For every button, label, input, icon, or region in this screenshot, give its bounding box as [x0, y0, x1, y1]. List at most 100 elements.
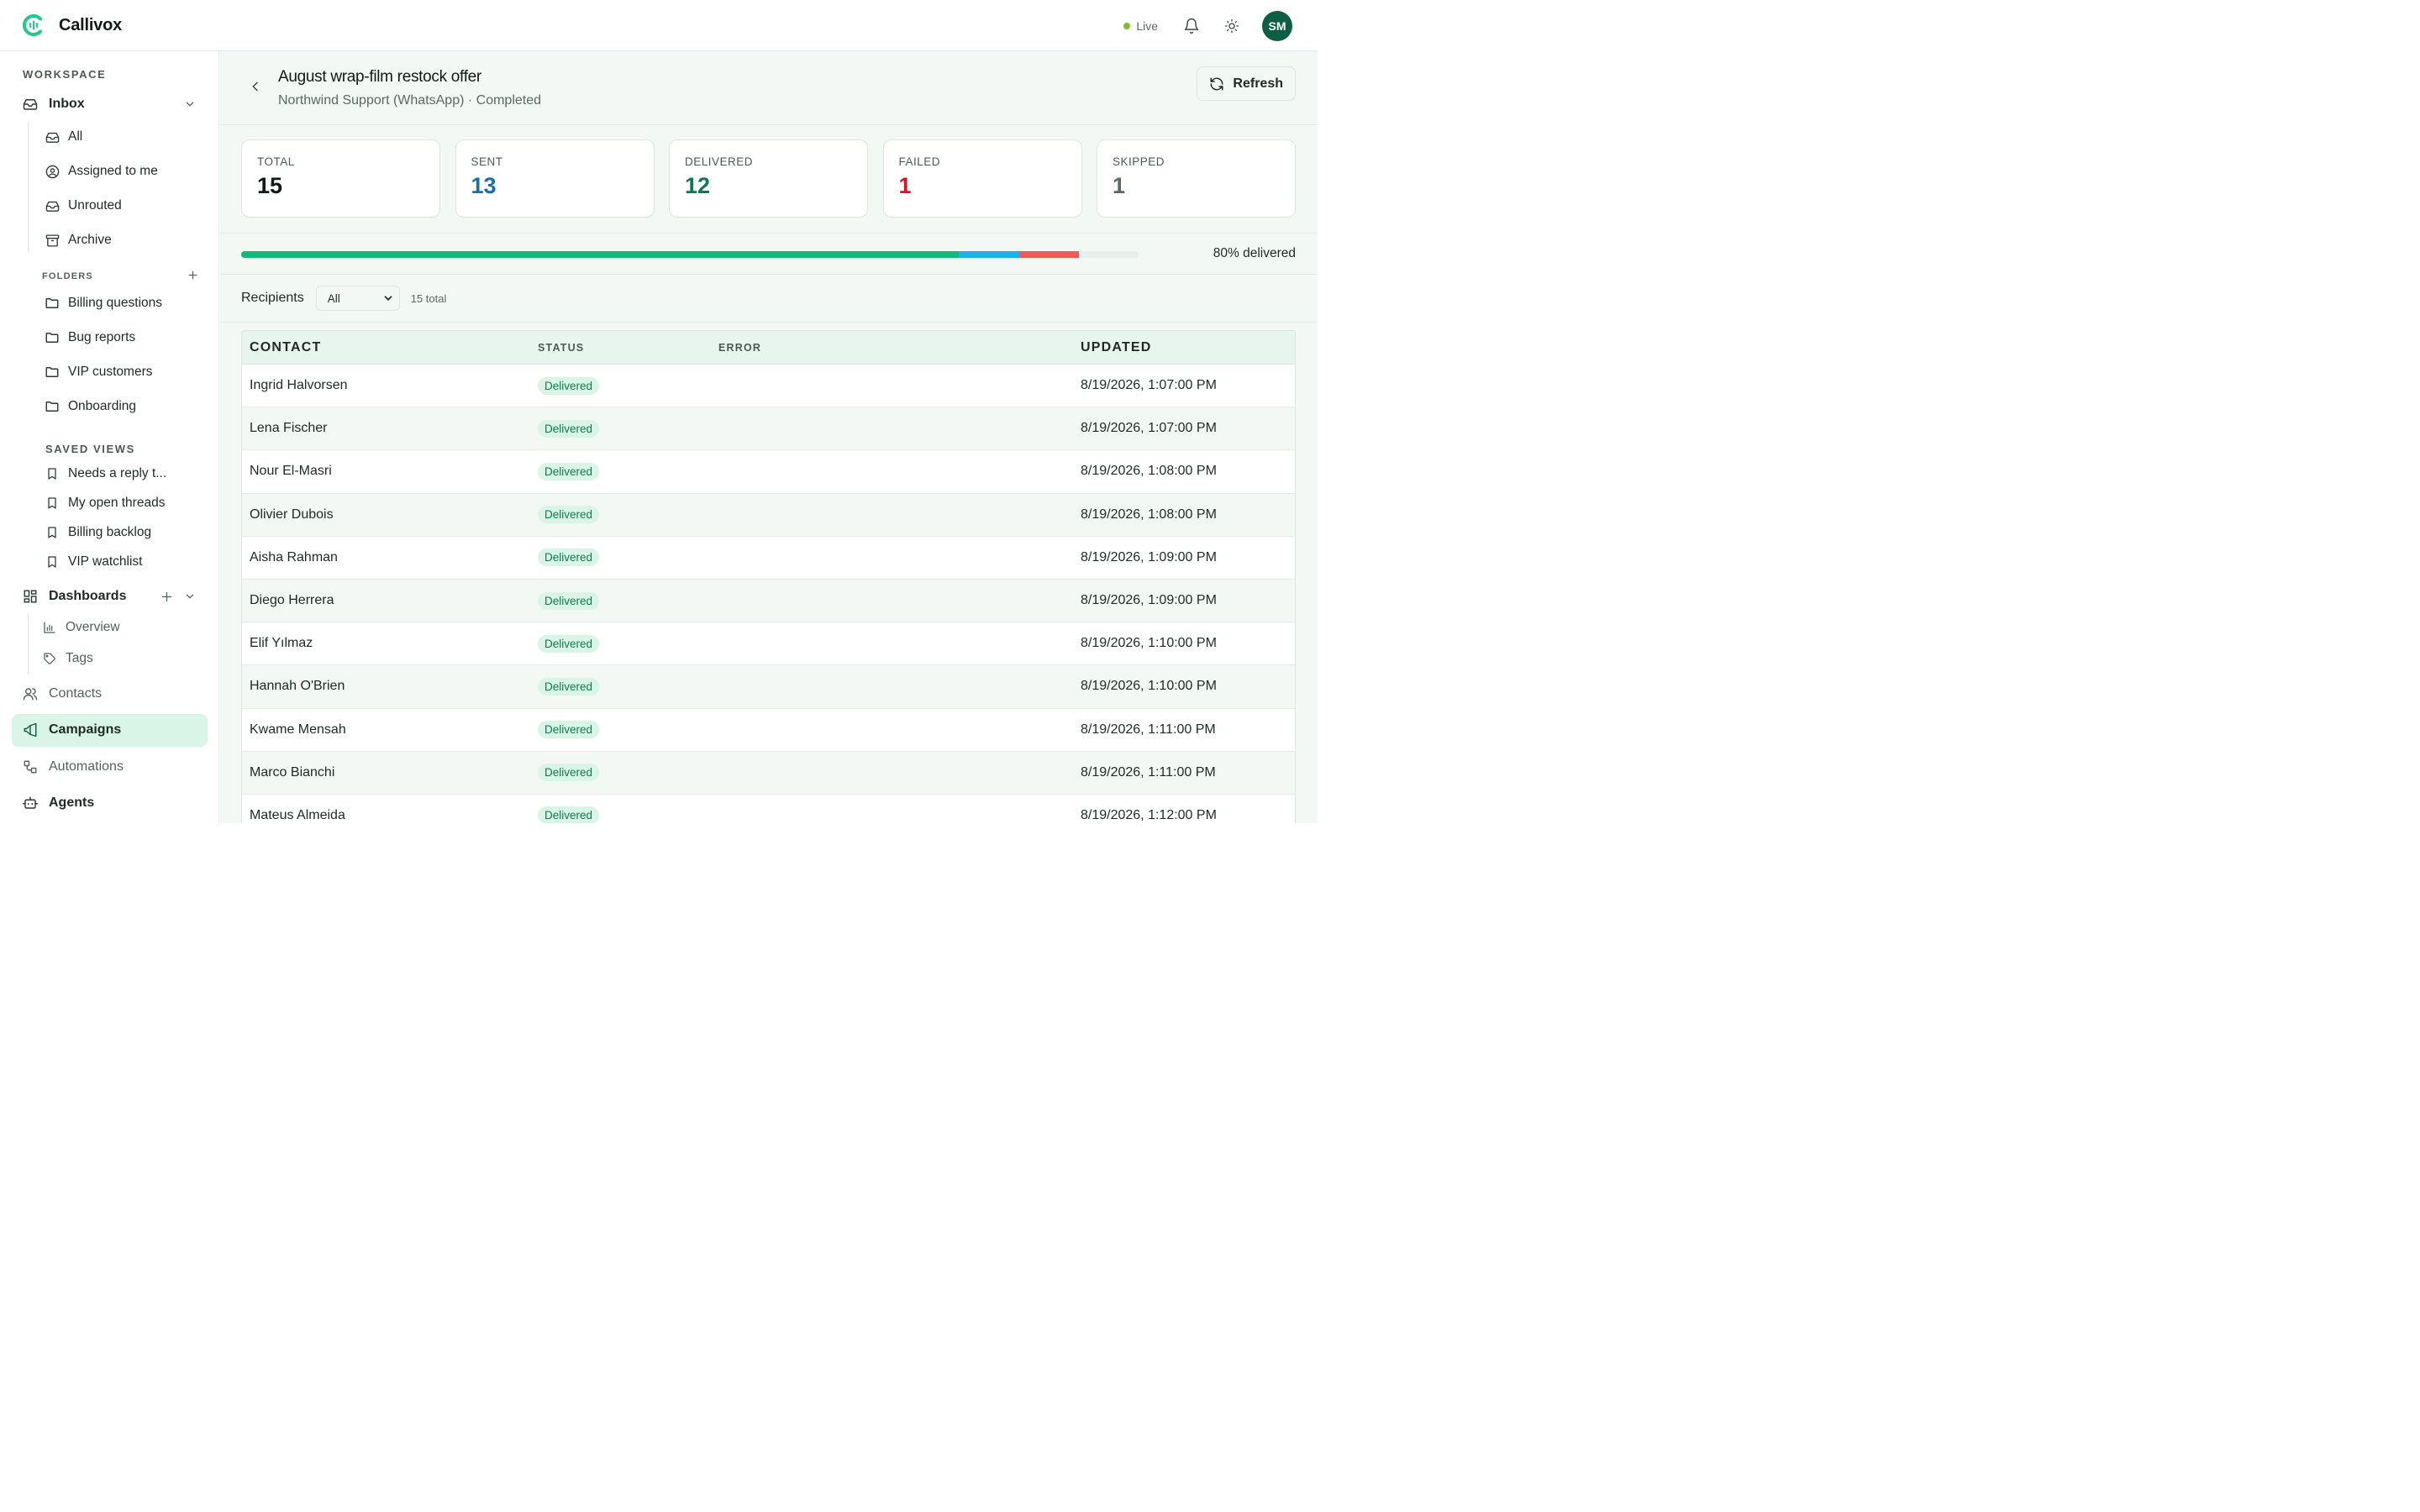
- updated-cell: 8/19/2026, 1:08:00 PM: [1081, 464, 1217, 479]
- inbox-icon: [22, 96, 39, 113]
- folder-item-billing-questions[interactable]: Billing questions: [45, 296, 162, 311]
- table-row[interactable]: Olivier Dubois Delivered 8/19/2026, 1:08:0…: [242, 493, 1295, 537]
- contact-cell: Aisha Rahman: [250, 549, 338, 564]
- stat-value: 13: [471, 173, 497, 198]
- folder-item-onboarding[interactable]: Onboarding: [45, 399, 136, 414]
- theme-toggle-button[interactable]: [1222, 16, 1242, 36]
- status-badge: Delivered: [538, 677, 600, 696]
- table-row[interactable]: Nour El-Masri Delivered 8/19/2026, 1:08:00…: [242, 450, 1295, 494]
- sidebar-item-unrouted[interactable]: Unrouted: [45, 198, 122, 213]
- status-badge: Delivered: [538, 721, 600, 739]
- contact-cell: Elif Yılmaz: [250, 636, 313, 651]
- status-cell: Delivered: [538, 419, 718, 438]
- page-title: August wrap-film restock offer: [278, 68, 481, 86]
- saved-view-item[interactable]: Billing backlog: [45, 525, 151, 540]
- status-badge: Delivered: [538, 419, 600, 438]
- sidebar-item-contacts[interactable]: Contacts: [22, 685, 102, 702]
- stat-card-total: TOTAL 15: [241, 139, 440, 218]
- callivox-logo-icon: [22, 13, 45, 37]
- contact-cell: Nour El-Masri: [250, 464, 332, 479]
- folder-label: Onboarding: [68, 399, 137, 413]
- saved-view-item[interactable]: My open threads: [45, 496, 165, 511]
- status-cell: Delivered: [538, 506, 718, 524]
- status-cell: Delivered: [538, 806, 718, 823]
- stat-card-sent: SENT 13: [455, 139, 655, 218]
- sidebar-item-label: Tags: [66, 651, 93, 665]
- saved-view-item[interactable]: VIP watchlist: [45, 554, 142, 570]
- table-row[interactable]: Diego Herrera Delivered 8/19/2026, 1:09:00…: [242, 579, 1295, 623]
- sidebar-item-agents[interactable]: Agents: [22, 795, 94, 811]
- updated-cell: 8/19/2026, 1:08:00 PM: [1081, 507, 1217, 522]
- sidebar-item-tags[interactable]: Tags: [42, 651, 93, 666]
- column-header-contact[interactable]: CONTACT: [242, 340, 538, 355]
- sidebar-item-label: Overview: [66, 620, 120, 634]
- select-value: All: [327, 291, 340, 305]
- refresh-button[interactable]: Refresh: [1197, 66, 1296, 101]
- sidebar-item-label: Dashboards: [49, 589, 127, 603]
- stat-label: SENT: [471, 155, 503, 168]
- column-header-status[interactable]: STATUS: [538, 342, 718, 354]
- top-bar: Callivox Live SM: [0, 0, 1318, 51]
- chevron-down-icon[interactable]: [184, 98, 196, 110]
- table-row[interactable]: Aisha Rahman Delivered 8/19/2026, 1:09:00 …: [242, 537, 1295, 580]
- sidebar-item-campaigns[interactable]: Campaigns: [22, 722, 121, 738]
- sidebar-item-label: All: [68, 129, 83, 144]
- delivery-progress: 80% delivered: [220, 233, 1318, 275]
- contact-cell: Diego Herrera: [250, 593, 334, 608]
- status-cell: Delivered: [538, 591, 718, 610]
- folder-icon: [45, 296, 60, 311]
- sidebar-item-inbox[interactable]: Inbox: [22, 96, 198, 113]
- live-label: Live: [1136, 19, 1158, 33]
- sidebar-item-overview[interactable]: Overview: [42, 620, 120, 635]
- table-row[interactable]: Marco Bianchi Delivered 8/19/2026, 1:11:00…: [242, 751, 1295, 795]
- stat-card-delivered: DELIVERED 12: [669, 139, 868, 218]
- status-badge: Delivered: [538, 462, 600, 480]
- archive-icon: [45, 233, 60, 248]
- users-icon: [22, 685, 39, 702]
- updated-cell: 8/19/2026, 1:12:00 PM: [1081, 807, 1217, 822]
- sidebar-item-label: Agents: [49, 795, 95, 810]
- add-dashboard-icon[interactable]: [160, 591, 173, 603]
- sidebar-item-archive[interactable]: Archive: [45, 233, 112, 248]
- sidebar-item-assigned-to-me[interactable]: Assigned to me: [45, 164, 158, 179]
- sidebar-item-label: Archive: [68, 233, 112, 247]
- sidebar-item-all[interactable]: All: [45, 129, 82, 144]
- sidebar-item-dashboards[interactable]: Dashboards: [22, 588, 198, 605]
- table-row[interactable]: Mateus Almeida Delivered 8/19/2026, 1:12:0…: [242, 795, 1295, 823]
- column-header-updated[interactable]: UPDATED: [1081, 340, 1152, 355]
- table-row[interactable]: Elif Yılmaz Delivered 8/19/2026, 1:10:00 P…: [242, 622, 1295, 666]
- add-folder-icon[interactable]: [187, 270, 198, 281]
- bookmark-icon: [45, 466, 60, 481]
- contact-cell: Olivier Dubois: [250, 507, 334, 522]
- progress-segment-failed: [1018, 251, 1079, 258]
- status-filter-select[interactable]: All: [315, 286, 400, 311]
- column-header-error[interactable]: ERROR: [718, 342, 1081, 354]
- table-row[interactable]: Lena Fischer Delivered 8/19/2026, 1:07:00 …: [242, 407, 1295, 451]
- page-subtitle: Northwind Support (WhatsApp) · Completed: [278, 93, 542, 108]
- status-badge: Delivered: [538, 764, 600, 782]
- recipients-filter-row: Recipients All 15 total: [241, 286, 446, 311]
- chevron-down-icon[interactable]: [184, 591, 196, 602]
- sidebar-item-label: Campaigns: [49, 722, 122, 737]
- contact-cell: Hannah O'Brien: [250, 679, 345, 694]
- campaign-header: August wrap-film restock offer Northwind…: [220, 51, 1318, 125]
- inbox-icon: [45, 198, 60, 213]
- saved-view-item[interactable]: Needs a reply t...: [45, 466, 166, 481]
- folder-item-vip-customers[interactable]: VIP customers: [45, 365, 153, 380]
- folder-item-bug-reports[interactable]: Bug reports: [45, 330, 135, 345]
- user-avatar[interactable]: SM: [1262, 11, 1292, 41]
- table-row[interactable]: Kwame Mensah Delivered 8/19/2026, 1:11:00 …: [242, 709, 1295, 752]
- brand[interactable]: Callivox: [22, 13, 122, 37]
- recipients-label: Recipients: [241, 291, 304, 305]
- sidebar-item-automations[interactable]: Automations: [22, 759, 124, 775]
- table-row[interactable]: Ingrid Halvorsen Delivered 8/19/2026, 1:07…: [242, 365, 1295, 408]
- sidebar-item-label: Automations: [49, 759, 124, 774]
- dashboard-grid-icon: [22, 588, 39, 605]
- sidebar-item-label: Assigned to me: [68, 164, 158, 178]
- notifications-button[interactable]: [1181, 16, 1202, 36]
- back-arrow-icon[interactable]: [249, 80, 262, 93]
- updated-cell: 8/19/2026, 1:07:00 PM: [1081, 421, 1217, 436]
- status-badge: Delivered: [538, 634, 600, 653]
- status-cell: Delivered: [538, 677, 718, 696]
- table-row[interactable]: Hannah O'Brien Delivered 8/19/2026, 1:10:0…: [242, 665, 1295, 709]
